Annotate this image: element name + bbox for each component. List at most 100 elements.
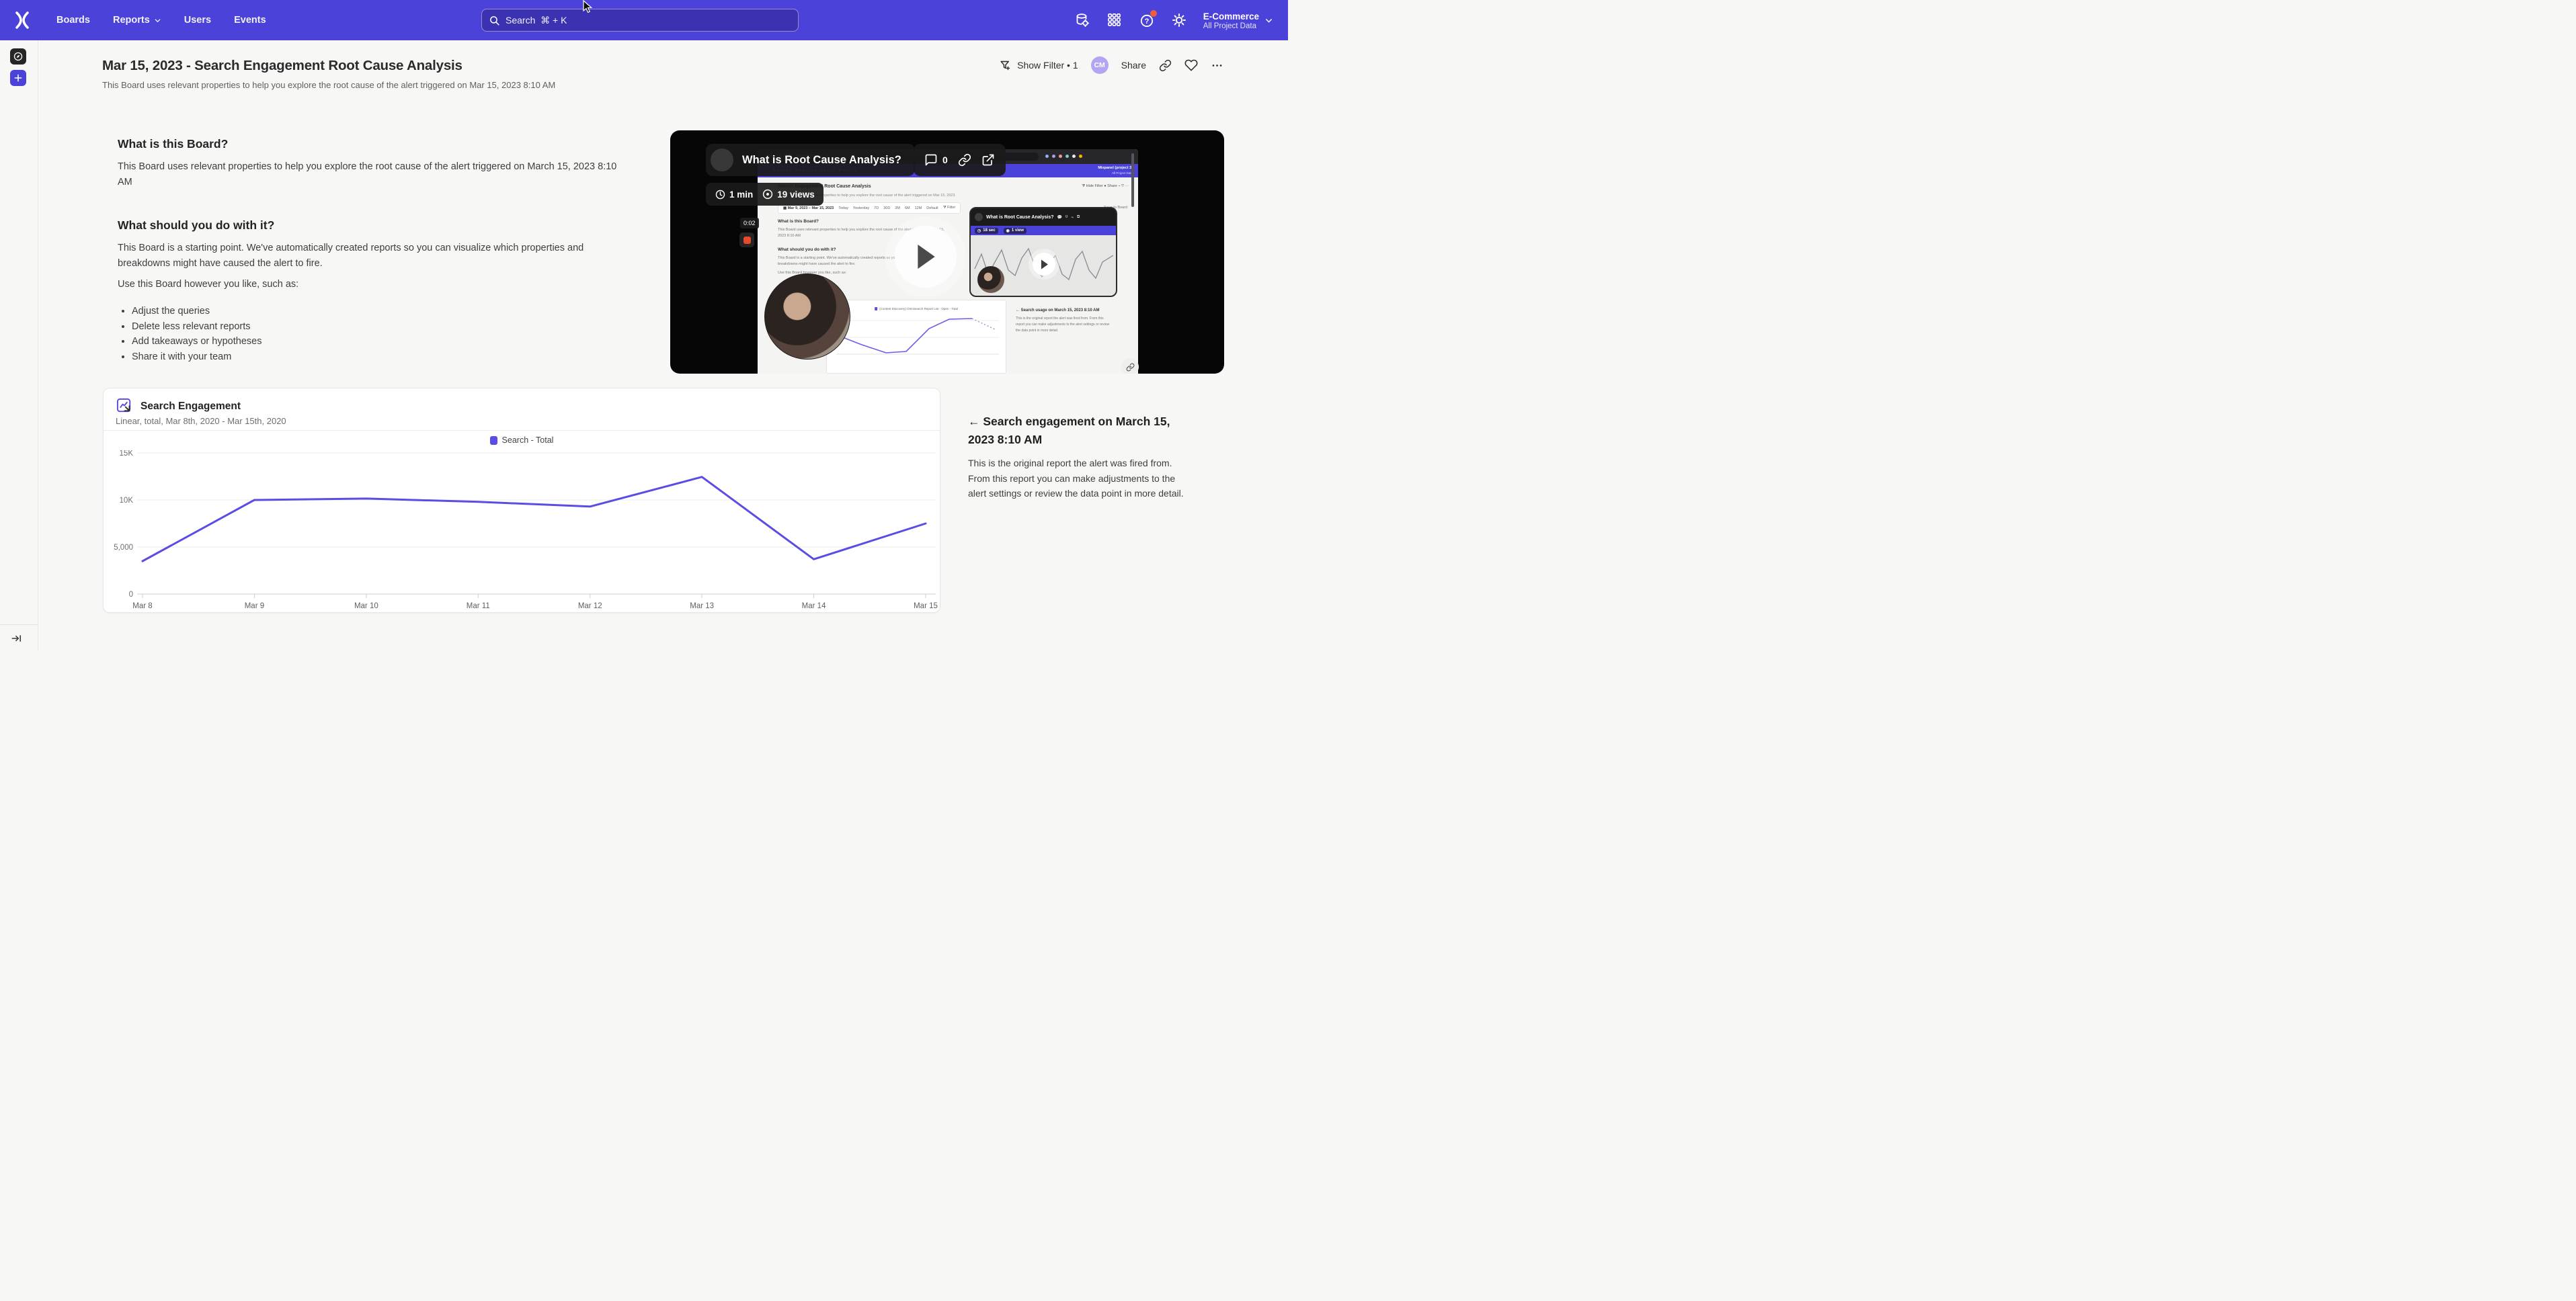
svg-text:Mar 15: Mar 15 [914,602,938,610]
mini-chart-card: (Content Discovery) Omnisearch Report Li… [826,300,1006,374]
nav-item-reports[interactable]: Reports [113,15,161,26]
video-open-external-button[interactable] [981,153,995,167]
line-chart[interactable]: 15K10K5,0000Mar 8Mar 9Mar 10Mar 11Mar 12… [104,450,941,614]
video-title-pill: What is Root Cause Analysis? [706,144,915,176]
svg-text:0: 0 [129,591,133,599]
video-duration: 1 min [715,189,753,200]
bullet-item: Adjust the queries [132,304,610,319]
project-switcher[interactable]: E-Commerce All Project Data [1203,11,1273,30]
mini-scrollbar-thumb [1131,153,1134,207]
video-actions-pill: 0 [914,144,1006,176]
video-play-button[interactable] [895,226,957,288]
top-nav: Boards Reports Users Events [0,0,1288,40]
mini-note-body: This is the original report the alert wa… [1016,316,1111,334]
video-title: What is Root Cause Analysis? [742,154,901,167]
report-title[interactable]: Search Engagement [140,401,241,413]
mini-note-title: ← Search usage on March 15, 2023 8:10 AM [1016,308,1117,314]
svg-text:10K: 10K [120,497,134,505]
filter-plus-icon [999,59,1012,72]
nav-item-users[interactable]: Users [184,15,211,26]
svg-text:?: ? [1144,17,1149,26]
legend-label: Search - Total [502,435,554,445]
nested-external-icon: ⧉ [1077,215,1080,220]
svg-text:5,000: 5,000 [114,544,133,552]
left-rail [0,40,38,650]
settings-gear-icon[interactable] [1171,12,1187,28]
link-icon [1159,59,1172,72]
clock-icon [715,189,726,200]
svg-text:Mar 13: Mar 13 [690,602,714,610]
video-copy-link-button[interactable] [958,153,971,167]
legend-swatch [490,436,497,445]
section-2-lead: Use this Board however you like, such as… [118,277,623,292]
nav-item-boards[interactable]: Boards [56,15,90,26]
show-filter-button[interactable]: Show Filter • 1 [999,59,1078,72]
mini-range-option: Today [838,206,848,210]
intro-video-player[interactable]: Mar 15, 2023 - Search Engag… × ⋯ Boards … [670,130,1224,374]
mini-range-option: 6M [905,206,910,210]
share-button[interactable]: Share [1121,60,1146,71]
mixpanel-logo-icon[interactable] [13,11,31,30]
data-pipeline-icon[interactable] [1074,12,1090,28]
section-1-body: This Board uses relevant properties to h… [118,159,623,190]
copy-link-button[interactable] [1159,59,1172,72]
video-share-link-button[interactable] [1121,358,1139,374]
more-options-button[interactable] [1211,59,1223,72]
nested-comment-icon: 💬 [1057,215,1061,220]
video-views: 19 views [762,188,815,200]
bullet-item: Delete less relevant reports [132,319,610,335]
record-button [739,233,754,247]
mini-section-1-title: What is this Board? [778,219,819,224]
usage-bullet-list: Adjust the queriesDelete less relevant r… [120,304,610,364]
section-2-title: What should you do with it? [118,218,274,233]
search-engagement-report-card[interactable]: Search Engagement Linear, total, Mar 8th… [103,388,940,613]
heart-icon [1184,58,1198,72]
create-new-button[interactable] [10,70,26,86]
help-icon[interactable]: ? [1139,12,1155,28]
svg-text:Mar 9: Mar 9 [245,602,264,610]
svg-text:Mar 10: Mar 10 [354,602,378,610]
mini-range-option: Default [926,206,938,210]
mini-range-option: Yesterday [853,206,869,210]
avatar[interactable]: CM [1091,56,1109,74]
mini-range-option: 7D [874,206,879,210]
search-icon [489,15,500,26]
note-title: ← Search engagement on March 15, 2023 8:… [968,413,1194,449]
expand-right-icon [11,632,23,644]
recording-timer: 0:02 [740,218,759,228]
apps-grid-icon[interactable] [1106,12,1123,28]
svg-text:Mar 11: Mar 11 [467,602,490,610]
page-title: Mar 15, 2023 - Search Engagement Root Ca… [102,58,462,74]
nested-link-icon: ⌁ [1071,215,1074,220]
project-scope: All Project Data [1203,22,1259,30]
compass-icon [13,51,24,62]
mini-range-option: ⧩ Filter [943,206,956,210]
chart-legend[interactable]: Search - Total [104,435,940,445]
page-subtitle: This Board uses relevant properties to h… [102,80,555,90]
nav-item-events[interactable]: Events [234,15,266,26]
search-input[interactable] [506,15,791,26]
svg-text:15K: 15K [120,450,134,458]
mini-chart-line [827,300,1006,373]
note-body: This is the original report the alert wa… [968,456,1190,501]
discover-boards-button[interactable] [10,48,26,65]
video-presenter-avatar [711,149,733,171]
link-icon [1126,363,1135,372]
comment-icon [924,153,938,167]
expand-sidebar-button[interactable] [11,632,23,644]
board-toolbar: Show Filter • 1 CM Share [999,56,1223,74]
link-icon [958,153,971,167]
rail-divider [0,624,38,625]
presenter-webcam-bubble [764,274,850,360]
video-comments-button[interactable]: 0 [924,153,948,167]
svg-text:Mar 12: Mar 12 [578,602,602,610]
nested-video-duration: ◷18 sec [975,228,998,234]
help-notification-badge [1150,10,1157,17]
search-bar[interactable] [481,9,799,32]
nested-video-title: What is Root Cause Analysis? [986,215,1053,220]
project-name: E-Commerce [1203,11,1259,22]
favorite-button[interactable] [1184,58,1198,72]
bullet-item: Share it with your team [132,349,610,365]
mini-section-2-title: What should you do with it? [778,247,836,252]
nav-items: Boards Reports Users Events [56,15,266,26]
